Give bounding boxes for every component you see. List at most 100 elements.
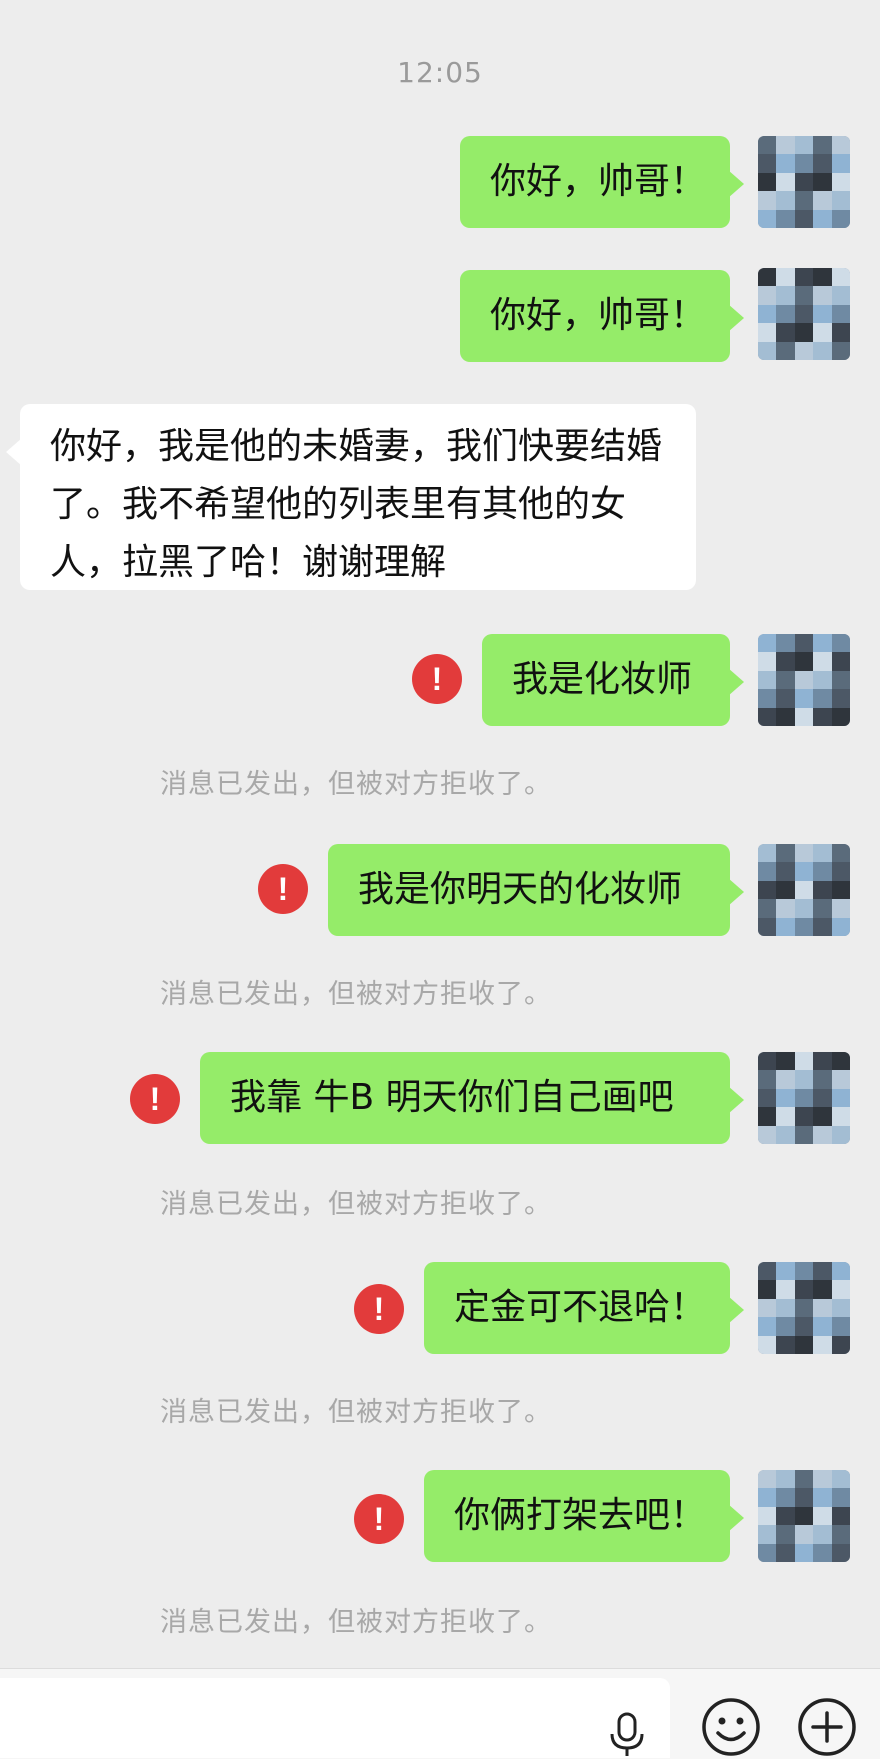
outgoing-message[interactable]: 你俩打架去吧！ (424, 1470, 744, 1562)
avatar-mosaic-tile (776, 172, 796, 192)
avatar[interactable] (758, 634, 850, 726)
message-text: 我靠 牛B 明天你们自己画吧 (230, 1077, 674, 1118)
avatar[interactable] (758, 136, 850, 228)
rejected-status: 消息已发出，但被对方拒收了。 (160, 1189, 552, 1220)
avatar-mosaic-tile (831, 917, 850, 936)
timestamp: 12:05 (397, 56, 483, 89)
avatar-mosaic-tile (776, 1335, 796, 1354)
incoming-message[interactable]: 你好，我是他的未婚妻，我们快要结婚了。我不希望他的列表里有其他的女人，拉黑了哈！… (6, 404, 696, 590)
avatar-mosaic-tile (794, 1543, 814, 1562)
avatar-mosaic-tile (813, 1488, 833, 1508)
avatar-mosaic-tile (831, 191, 850, 211)
avatar-mosaic-tile (776, 1525, 796, 1545)
avatar[interactable] (758, 1262, 850, 1354)
avatar-mosaic-tile (831, 1280, 850, 1300)
avatar-mosaic-tile (758, 880, 777, 900)
avatar-mosaic-tile (758, 1335, 777, 1354)
avatar-mosaic-tile (776, 191, 796, 211)
avatar-mosaic-tile (813, 1506, 833, 1526)
avatar-mosaic-tile (758, 917, 777, 936)
avatar-mosaic-tile (758, 1317, 777, 1337)
avatar-mosaic-tile (831, 689, 850, 709)
avatar-mosaic-tile (758, 1506, 777, 1526)
avatar-mosaic-tile (831, 304, 850, 324)
outgoing-message[interactable]: 我靠 牛B 明天你们自己画吧 (200, 1052, 744, 1144)
avatar-mosaic-tile (776, 154, 796, 174)
avatar-mosaic-tile (831, 844, 850, 863)
avatar-mosaic-tile (794, 1088, 814, 1108)
avatar-mosaic-tile (758, 707, 777, 726)
microphone-icon[interactable] (606, 1712, 648, 1758)
outgoing-message[interactable]: 我是化妆师 (482, 634, 744, 726)
avatar-mosaic-tile (758, 1298, 777, 1318)
avatar-mosaic-tile (813, 286, 833, 306)
avatar-mosaic-tile (794, 652, 814, 672)
avatar-mosaic-tile (794, 707, 814, 726)
send-failed-icon[interactable]: ! (130, 1074, 180, 1124)
avatar-mosaic-tile (813, 652, 833, 672)
avatar-mosaic-tile (831, 634, 850, 653)
avatar-mosaic-tile (794, 1125, 814, 1144)
outgoing-message[interactable]: 我是你明天的化妆师 (328, 844, 744, 936)
avatar-mosaic-tile (758, 1088, 777, 1108)
avatar-mosaic-tile (758, 304, 777, 324)
avatar-mosaic-tile (776, 899, 796, 919)
avatar-mosaic-tile (831, 286, 850, 306)
avatar-mosaic-tile (831, 1052, 850, 1071)
avatar-mosaic-tile (776, 136, 796, 155)
avatar-mosaic-tile (794, 1488, 814, 1508)
send-failed-icon[interactable]: ! (354, 1494, 404, 1544)
avatar-mosaic-tile (758, 341, 777, 360)
avatar-mosaic-tile (776, 670, 796, 690)
avatar[interactable] (758, 844, 850, 936)
plus-icon[interactable] (796, 1696, 858, 1758)
avatar-mosaic-tile (794, 880, 814, 900)
avatar-mosaic-tile (776, 1488, 796, 1508)
avatar-mosaic-tile (758, 286, 777, 306)
avatar-mosaic-tile (831, 1506, 850, 1526)
avatar-mosaic-tile (813, 323, 833, 343)
avatar-mosaic-tile (813, 670, 833, 690)
message-input[interactable] (0, 1678, 670, 1758)
avatar[interactable] (758, 1052, 850, 1144)
avatar-mosaic-tile (831, 172, 850, 192)
outgoing-message[interactable]: 你好，帅哥！ (460, 270, 744, 362)
send-failed-icon[interactable]: ! (354, 1284, 404, 1334)
avatar-mosaic-tile (776, 689, 796, 709)
outgoing-message[interactable]: 你好，帅哥！ (460, 136, 744, 228)
avatar-mosaic-tile (794, 917, 814, 936)
avatar-mosaic-tile (831, 670, 850, 690)
avatar-mosaic-tile (813, 1125, 833, 1144)
avatar-mosaic-tile (813, 1543, 833, 1562)
avatar[interactable] (758, 268, 850, 360)
avatar[interactable] (758, 1470, 850, 1562)
avatar-mosaic-tile (776, 1107, 796, 1127)
avatar-mosaic-tile (813, 268, 833, 287)
avatar-mosaic-tile (831, 1317, 850, 1337)
avatar-mosaic-tile (776, 209, 796, 228)
rejected-status: 消息已发出，但被对方拒收了。 (160, 1607, 552, 1638)
avatar-mosaic-tile (831, 1262, 850, 1281)
avatar-mosaic-tile (813, 1470, 833, 1489)
avatar-mosaic-tile (831, 899, 850, 919)
avatar-mosaic-tile (776, 268, 796, 287)
avatar-mosaic-tile (831, 707, 850, 726)
send-failed-icon[interactable]: ! (258, 864, 308, 914)
outgoing-message[interactable]: 定金可不退哈！ (424, 1262, 744, 1354)
emoji-icon[interactable] (700, 1696, 762, 1758)
send-failed-icon[interactable]: ! (412, 654, 462, 704)
avatar-mosaic-tile (794, 1107, 814, 1127)
avatar-mosaic-tile (794, 1525, 814, 1545)
avatar-mosaic-tile (776, 1280, 796, 1300)
avatar-mosaic-tile (831, 1070, 850, 1090)
avatar-mosaic-tile (831, 862, 850, 882)
avatar-mosaic-tile (813, 154, 833, 174)
avatar-mosaic-tile (758, 652, 777, 672)
avatar-mosaic-tile (776, 1052, 796, 1071)
avatar-mosaic-tile (794, 286, 814, 306)
avatar-mosaic-tile (794, 689, 814, 709)
avatar-mosaic-tile (758, 634, 777, 653)
avatar-mosaic-tile (831, 341, 850, 360)
avatar-mosaic-tile (776, 323, 796, 343)
avatar-mosaic-tile (794, 844, 814, 863)
